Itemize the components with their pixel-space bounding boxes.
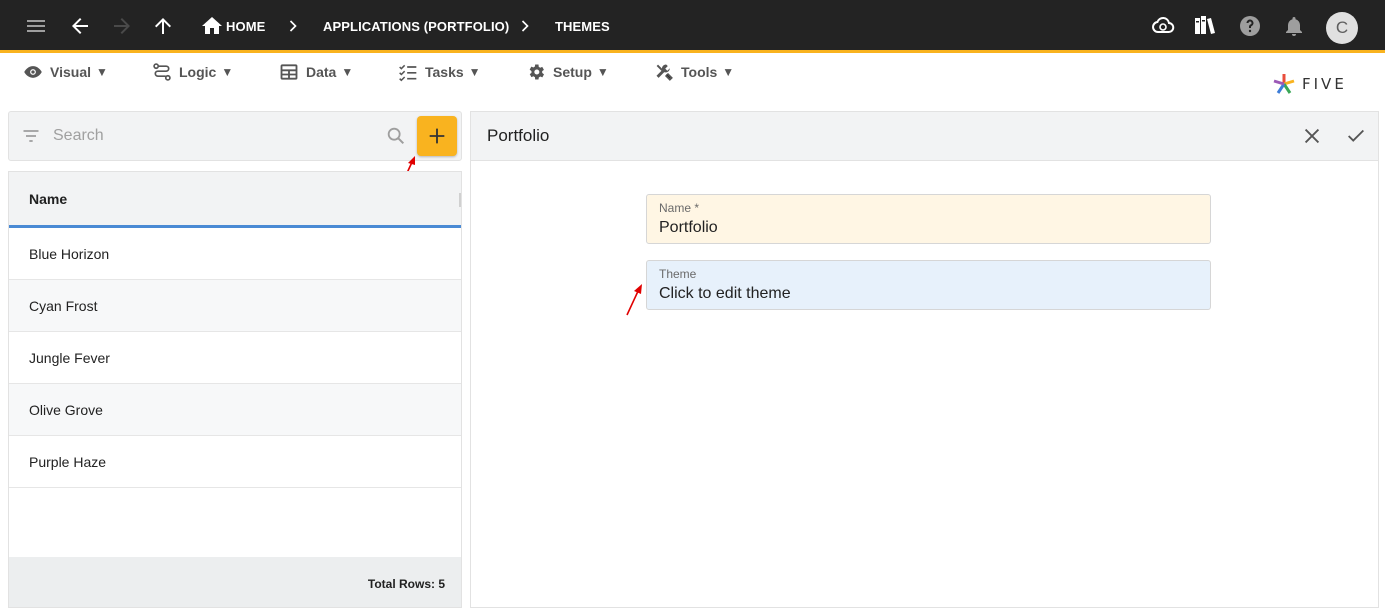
gear-icon — [529, 64, 544, 80]
eye-icon — [24, 66, 42, 78]
total-rows: Total Rows: 5 — [367, 577, 445, 591]
column-header-name[interactable]: Name — [29, 191, 67, 207]
breadcrumb-home[interactable]: HOME — [226, 0, 265, 53]
search-input[interactable]: Search — [53, 127, 104, 145]
menu-logic[interactable]: Logic ▼ — [152, 62, 233, 82]
add-button[interactable] — [417, 116, 457, 156]
annotation-arrow-icon — [626, 284, 642, 316]
menu-tools[interactable]: Tools ▼ — [654, 62, 734, 82]
menu-visual-label: Visual — [50, 64, 91, 80]
breadcrumb-applications[interactable]: APPLICATIONS (PORTFOLIO) — [323, 0, 509, 53]
five-logo-mark-icon — [1273, 74, 1295, 94]
themes-list: Name Blue Horizon Cyan Frost Jungle Feve… — [8, 171, 462, 608]
caret-down-icon: ▼ — [341, 65, 354, 79]
back-arrow-icon[interactable] — [68, 14, 92, 38]
menu-icon[interactable] — [24, 14, 48, 38]
table-icon — [280, 64, 298, 80]
menu-logic-label: Logic — [179, 64, 217, 80]
caret-down-icon: ▼ — [468, 65, 481, 79]
close-icon[interactable] — [1301, 125, 1323, 147]
menu-data[interactable]: Data ▼ — [279, 62, 353, 82]
name-field[interactable]: Name * Portfolio — [646, 194, 1211, 244]
record-form: Portfolio Name * Portfolio Theme Click t… — [470, 111, 1379, 608]
menu-bar: Visual ▼ Logic ▼ Data ▼ Tasks ▼ Setup ▼ … — [0, 56, 1385, 110]
menu-tasks[interactable]: Tasks ▼ — [398, 62, 481, 82]
theme-field-value[interactable]: Click to edit theme — [659, 285, 791, 303]
menu-tools-label: Tools — [681, 64, 718, 80]
forward-arrow-icon[interactable] — [110, 14, 134, 38]
theme-field-label: Theme — [659, 267, 697, 281]
name-field-value[interactable]: Portfolio — [659, 219, 718, 237]
cloud-sync-icon[interactable] — [1151, 14, 1175, 38]
check-icon[interactable] — [1345, 125, 1367, 147]
wrench-icon — [656, 64, 673, 81]
caret-down-icon: ▼ — [596, 65, 609, 79]
avatar[interactable]: C — [1326, 12, 1358, 44]
five-logo: FIVE — [1272, 71, 1347, 97]
flow-icon — [153, 63, 171, 81]
home-icon[interactable] — [200, 14, 224, 38]
column-resize-handle[interactable] — [459, 193, 461, 207]
list-item[interactable]: Cyan Frost — [9, 280, 461, 332]
list-item[interactable]: Jungle Fever — [9, 332, 461, 384]
list-item[interactable]: Olive Grove — [9, 384, 461, 436]
caret-down-icon: ▼ — [96, 65, 108, 79]
menu-visual[interactable]: Visual ▼ — [23, 62, 108, 82]
logo-text: FIVE — [1302, 75, 1347, 93]
chevron-right-icon — [521, 20, 529, 32]
filter-icon[interactable] — [21, 126, 41, 146]
name-field-label: Name * — [659, 201, 700, 215]
menu-tasks-label: Tasks — [425, 64, 464, 80]
menu-data-label: Data — [306, 64, 337, 80]
list-item[interactable]: Blue Horizon — [9, 228, 461, 280]
chevron-right-icon — [289, 20, 297, 32]
menu-setup[interactable]: Setup ▼ — [526, 62, 609, 82]
menu-setup-label: Setup — [553, 64, 592, 80]
form-header: Portfolio — [471, 112, 1378, 161]
list-footer: Total Rows: 5 — [9, 557, 461, 607]
list-item[interactable]: Purple Haze — [9, 436, 461, 488]
breadcrumb-themes[interactable]: THEMES — [555, 0, 610, 53]
caret-down-icon: ▼ — [722, 65, 735, 79]
caret-down-icon: ▼ — [221, 65, 234, 79]
help-icon[interactable] — [1238, 14, 1262, 38]
plus-icon — [429, 128, 445, 144]
search-bar: Search — [8, 111, 462, 161]
checklist-icon — [399, 64, 417, 82]
theme-field[interactable]: Theme Click to edit theme — [646, 260, 1211, 310]
form-title: Portfolio — [487, 126, 550, 145]
books-icon[interactable] — [1193, 14, 1217, 38]
up-arrow-icon[interactable] — [151, 14, 175, 38]
top-app-bar: HOME APPLICATIONS (PORTFOLIO) THEMES C — [0, 0, 1385, 53]
bell-icon[interactable] — [1282, 14, 1306, 38]
search-icon[interactable] — [385, 125, 407, 147]
list-header: Name — [9, 172, 461, 228]
